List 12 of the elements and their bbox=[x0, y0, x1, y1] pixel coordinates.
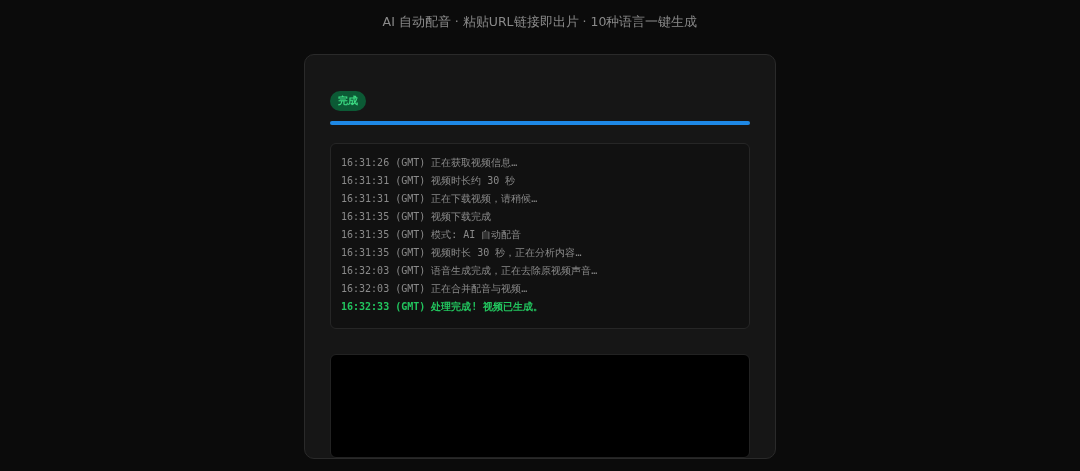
subtitle: AI 自动配音 · 粘贴URL链接即出片 · 10种语言一键生成 bbox=[382, 13, 698, 31]
log-line: 16:31:26 (GMT) 正在获取视频信息… bbox=[341, 156, 519, 170]
log-line: 16:32:03 (GMT) 语音生成完成，正在去除原视频声音… bbox=[341, 264, 599, 278]
status-badge: 完成 bbox=[330, 91, 366, 111]
log-line: 16:31:35 (GMT) 视频时长 30 秒，正在分析内容… bbox=[341, 246, 583, 260]
log-line: 16:31:31 (GMT) 正在下载视频，请稍候… bbox=[341, 192, 539, 206]
log-line: 16:31:35 (GMT) 模式: AI 自动配音 bbox=[341, 228, 523, 242]
log-line: 16:31:35 (GMT) 视频下载完成 bbox=[341, 210, 493, 224]
log-line: 16:32:03 (GMT) 正在合并配音与视频… bbox=[341, 282, 529, 296]
video-player[interactable] bbox=[330, 354, 750, 458]
log-line: 16:31:31 (GMT) 视频时长约 30 秒 bbox=[341, 174, 517, 188]
log-line: 16:32:33 (GMT) 处理完成! 视频已生成。 bbox=[341, 300, 545, 314]
